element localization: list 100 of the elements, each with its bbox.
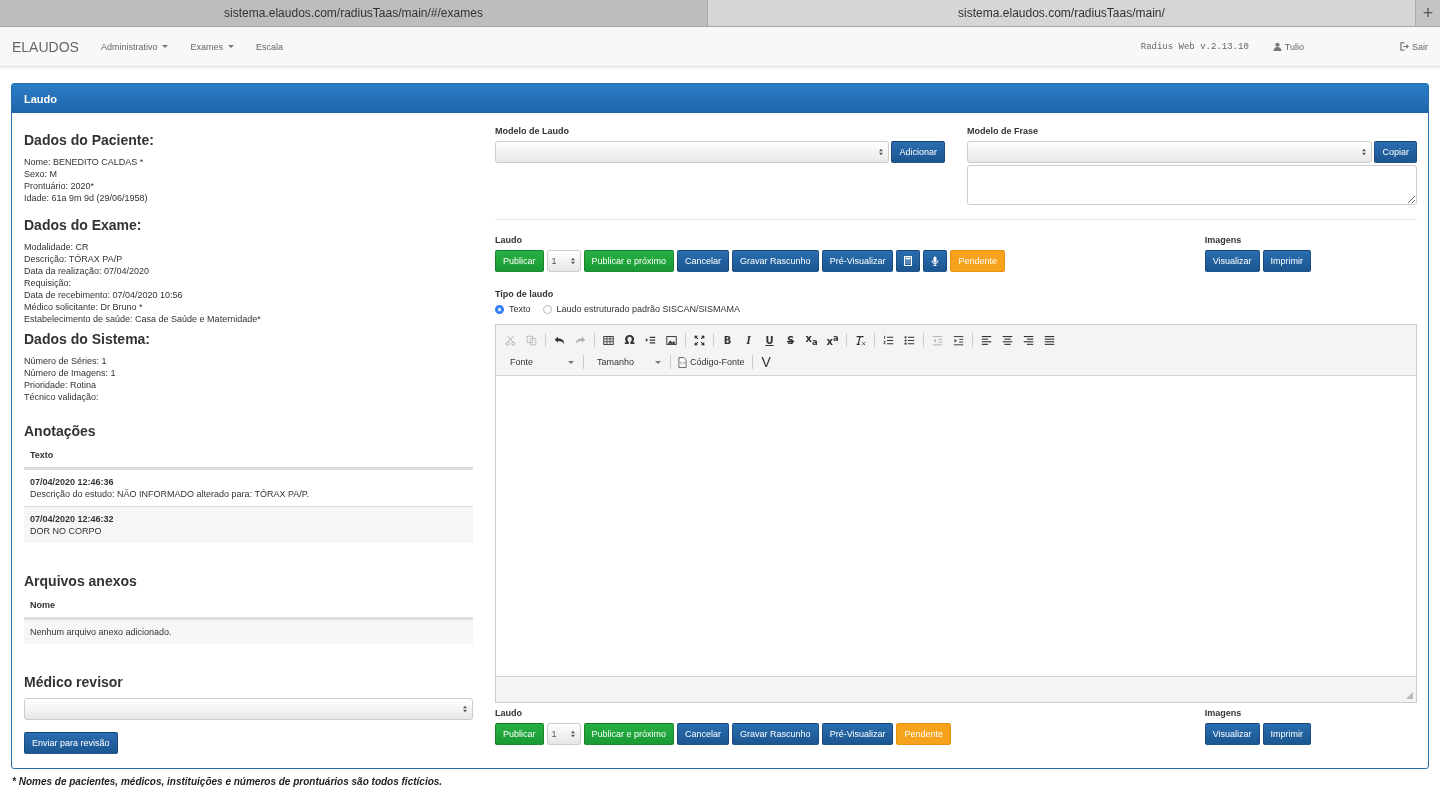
group-label: Imagens — [1204, 234, 1243, 246]
updown-icon — [569, 730, 576, 738]
user-link[interactable]: Tulio — [1272, 41, 1304, 52]
updown-icon — [1361, 148, 1368, 156]
action-button[interactable]: Publicar e próximo — [583, 250, 675, 272]
source-code-button[interactable]: Código-Fonte — [674, 356, 749, 368]
image-action-button[interactable]: Visualizar — [1204, 723, 1260, 745]
field-label: Tipo de laudo — [495, 288, 555, 300]
clear-format-icon[interactable] — [855, 334, 866, 346]
updown-icon — [878, 148, 885, 156]
footnote: * Nomes de pacientes, médicos, instituições e números de prontuários são todos fictícios. — [11, 775, 444, 789]
script-button[interactable]: x$^{a}$ — [826, 332, 839, 348]
table-icon[interactable] — [603, 334, 614, 346]
nav-menu-item[interactable]: Escala — [255, 41, 283, 52]
size-dropdown[interactable]: Tamanho — [587, 357, 655, 367]
section-title: Dados do Sistema: — [24, 331, 152, 347]
updown-icon — [569, 257, 576, 265]
version-text: Radius Web v.2.13.10 — [1140, 41, 1249, 52]
image-icon[interactable] — [666, 334, 677, 346]
info-line: Número de Séries: 1 — [24, 355, 108, 367]
field-label: Modelo de Laudo — [495, 125, 570, 137]
send-review-button[interactable]: Enviar para revisão — [24, 732, 118, 754]
document-icon — [678, 356, 687, 368]
action-button[interactable]: Publicar e próximo — [583, 723, 675, 745]
caret-icon — [655, 360, 661, 364]
align-left-icon[interactable] — [981, 334, 992, 346]
updown-icon — [462, 705, 468, 713]
number-select[interactable]: 1 — [546, 250, 581, 272]
indent-icon[interactable] — [953, 334, 964, 346]
image-action-button[interactable]: Visualizar — [1204, 250, 1260, 272]
caret-icon — [227, 45, 234, 48]
section-title: Médico revisor — [24, 674, 124, 690]
bulleted-list-icon[interactable] — [904, 334, 915, 346]
brand-logo[interactable]: ELAUDOS — [12, 38, 79, 55]
microphone-button[interactable] — [923, 250, 948, 272]
browser-tab[interactable]: sistema.elaudos.com/radiusTaas/main/#/exames — [0, 0, 708, 26]
action-button[interactable]: Gravar Rascunho — [732, 723, 819, 745]
v-button[interactable]: V — [755, 354, 777, 370]
align-right-icon[interactable] — [1023, 334, 1034, 346]
caret-icon — [162, 45, 169, 48]
info-line: Sexo: M — [24, 168, 58, 180]
info-line: Modalidade: CR — [24, 241, 90, 253]
info-line: Estabelecimento de saúde: Casa de Saúde e Maternidade* — [24, 313, 262, 325]
calculator-button[interactable] — [896, 250, 921, 272]
action-button[interactable]: Cancelar — [677, 723, 730, 745]
font-dropdown[interactable]: Fonte — [500, 357, 568, 367]
justify-icon[interactable] — [1044, 334, 1055, 346]
info-line: Nome: BENEDITO CALDAS * — [24, 156, 145, 168]
browser-tab[interactable]: sistema.elaudos.com/radiusTaas/main/ — [708, 0, 1416, 26]
info-line: Prioridade: Rotina — [24, 379, 98, 391]
table-cell: Nenhum arquivo anexo adicionado. — [24, 619, 473, 644]
maximize-icon[interactable] — [694, 334, 705, 346]
section-title: Anotações — [24, 423, 97, 439]
strike-button[interactable]: S — [786, 334, 795, 346]
nav-menu-item[interactable]: Exames — [190, 41, 234, 52]
info-line: Número de Imagens: 1 — [24, 367, 117, 379]
annotation-text: DOR NO CORPO — [30, 525, 103, 537]
section-title: Dados do Paciente: — [24, 132, 155, 148]
action-button[interactable]: Pré-Visualizar — [821, 723, 894, 745]
table-header: Texto — [24, 447, 473, 469]
undo-icon[interactable] — [554, 334, 565, 346]
action-button[interactable]: Publicar — [495, 250, 544, 272]
script-button[interactable]: x$_{a}$ — [805, 333, 818, 347]
microphone-icon — [931, 256, 940, 266]
bold-button[interactable]: B — [723, 334, 732, 346]
number-select[interactable]: 1 — [546, 723, 581, 745]
action-button[interactable]: Cancelar — [677, 250, 730, 272]
calculator-icon — [904, 256, 913, 266]
action-button[interactable]: Publicar — [495, 723, 544, 745]
radio-label: Texto — [509, 304, 531, 314]
section-title: Dados do Exame: — [24, 217, 143, 233]
nav-menu-item[interactable]: Administrativo — [100, 41, 169, 52]
info-line: Data de recebimento: 07/04/2020 10:56 — [24, 289, 184, 301]
align-center-icon[interactable] — [1002, 334, 1013, 346]
add-button[interactable]: Adicionar — [891, 141, 945, 163]
block-indent-icon[interactable] — [645, 334, 656, 346]
radio-button[interactable] — [495, 304, 504, 314]
info-line: Prontuário: 2020* — [24, 180, 96, 192]
info-line: Idade: 61a 9m 9d (29/06/1958) — [24, 192, 149, 204]
group-label: Laudo — [495, 234, 523, 246]
image-action-button[interactable]: Imprimir — [1262, 250, 1311, 272]
italic-button[interactable]: I — [746, 332, 751, 348]
section-title: Arquivos anexos — [24, 573, 138, 589]
group-label: Laudo — [495, 707, 523, 719]
action-button[interactable]: Gravar Rascunho — [732, 250, 819, 272]
glyph-button[interactable]: Ω — [624, 333, 635, 347]
user-icon — [1272, 42, 1282, 51]
resize-grip-icon[interactable] — [1406, 692, 1413, 699]
panel-title: Laudo — [24, 92, 57, 105]
action-button[interactable]: Pré-Visualizar — [821, 250, 894, 272]
image-action-button[interactable]: Imprimir — [1262, 723, 1311, 745]
annotation-text: Descrição do estudo: NÃO INFORMADO alterado para: TÓRAX PA/P. — [30, 488, 311, 500]
radio-button[interactable] — [542, 304, 552, 314]
underline-button[interactable]: U — [765, 334, 774, 346]
radio-option[interactable]: Texto — [495, 304, 531, 314]
copy-button[interactable]: Copiar — [1374, 141, 1417, 163]
annotation-time: 07/04/2020 12:46:32 — [30, 513, 115, 525]
logout-link[interactable]: Sair — [1400, 41, 1428, 52]
info-line: Data da realização: 07/04/2020 — [24, 265, 151, 277]
numbered-list-icon[interactable] — [883, 334, 894, 346]
